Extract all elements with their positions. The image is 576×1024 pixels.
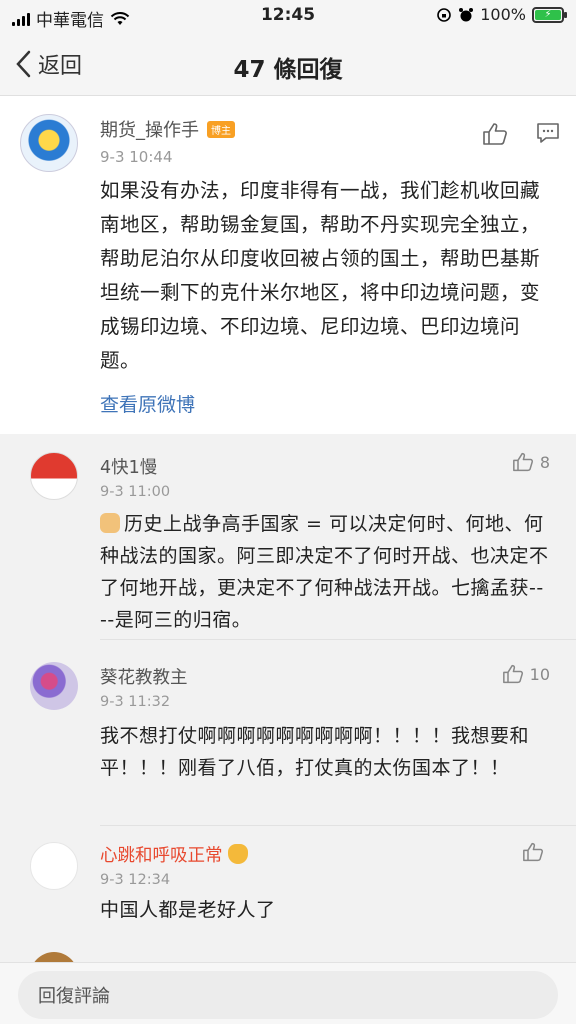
comment-text: 历史上战争高手国家 = 可以决定何时、何地、何种战法的国家。阿三即决定不了何时开… [100,508,550,636]
battery-icon: ⚡ [532,6,567,23]
comment-item: 心跳和呼吸正常 9-3 12:34 中国人都是老好人了 [0,826,576,946]
reply-input[interactable]: 回復評論 [18,971,558,1019]
avatar[interactable] [30,952,78,962]
comment-text: 我不想打仗啊啊啊啊啊啊啊啊啊！！！！我想要和平！！！刚看了八佰，打仗真的太伤国本… [100,725,530,779]
post-time: 9-3 10:44 [100,148,173,166]
comment-author[interactable]: 4快1慢 [100,454,157,479]
author-badge: 博主 [207,120,235,138]
post-author-row: 期货_操作手 博主 [100,116,235,142]
post-author-name[interactable]: 期货_操作手 [100,116,199,142]
post-content: 如果没有办法，印度非得有一战，我们趁机收回藏南地区，帮助锡金复国，帮助不丹实现完… [100,179,541,372]
crown-emoji-icon [228,844,249,864]
status-bar: 中華電信 12:45 100% ⚡ [0,0,576,34]
comment-body: 历史上战争高手国家 = 可以决定何时、何地、何种战法的国家。阿三即决定不了何时开… [100,513,549,631]
lock-rotation-icon [437,7,452,22]
thumbs-up-icon[interactable] [482,122,508,146]
comment-time: 9-3 12:34 [100,872,171,888]
comment-like-button[interactable]: 8 [512,452,550,472]
view-original-link[interactable]: 查看原微博 [100,390,195,417]
status-right: 100% ⚡ [436,5,567,24]
like-count: 8 [539,452,550,472]
comment-like-button[interactable] [522,842,550,862]
comment-time: 9-3 11:32 [100,694,171,710]
avatar[interactable] [30,452,78,500]
hand-emoji-icon [100,513,120,533]
post-actions [482,122,560,146]
battery-percent: 100% [480,5,526,24]
thumbs-up-icon [502,664,523,684]
comment-icon[interactable] [536,122,560,144]
original-post: 期货_操作手 博主 9-3 10:44 如果没有办法，印度非得有一战，我们趁机收… [0,96,576,434]
comment-item: 葵花教教主 9-3 11:32 10 我不想打仗啊啊啊啊啊啊啊啊啊！！！！我想要… [0,640,576,826]
alarm-icon [459,7,474,21]
avatar[interactable] [30,842,78,890]
thumbs-up-icon [512,452,533,472]
comment-time: 9-3 11:00 [100,484,171,500]
thumbs-up-icon [523,842,544,862]
comment-author-label: 心跳和呼吸正常 [100,846,223,866]
comment-author[interactable]: 心跳和呼吸正常 [100,842,252,867]
comment-author[interactable]: 葵花教教主 [100,664,188,689]
comment-text: 中国人都是老好人了 [100,899,276,921]
comment-item: 4快1慢 9-3 11:00 8 历史上战争高手国家 = 可以决定何时、何地、何… [0,434,576,640]
comment-like-button[interactable]: 10 [502,664,550,684]
like-count: 10 [529,664,550,684]
bottom-bar: 回復評論 [0,962,576,1024]
avatar[interactable] [30,662,78,710]
comment-list[interactable]: 4快1慢 9-3 11:00 8 历史上战争高手国家 = 可以决定何时、何地、何… [0,434,576,962]
avatar[interactable] [20,114,78,172]
nav-bar: 返回 47 條回復 [0,34,576,96]
page-title: 47 條回復 [233,57,343,83]
